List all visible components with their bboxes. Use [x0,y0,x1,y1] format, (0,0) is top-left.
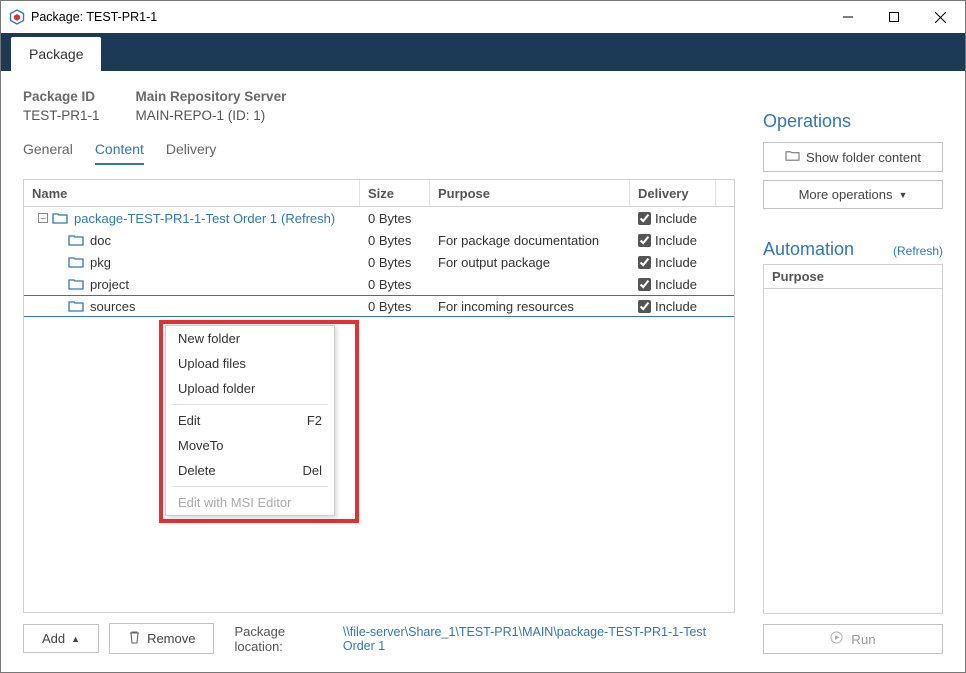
row-purpose [430,214,630,222]
include-checkbox[interactable] [638,234,651,247]
maximize-button[interactable] [871,2,917,32]
include-checkbox[interactable] [638,256,651,269]
table-row[interactable]: pkg 0 Bytes For output package Include [24,251,734,273]
menu-moveto[interactable]: MoveTo [166,433,334,458]
close-button[interactable] [917,2,963,32]
include-checkbox[interactable] [638,212,651,225]
operations-title: Operations [763,111,943,132]
tabstrip: Package [1,33,965,71]
caret-up-icon: ▲ [71,634,80,644]
caret-down-icon: ▼ [899,190,908,200]
row-name: package-TEST-PR1-1-Test Order 1 [74,211,277,226]
automation-col-purpose[interactable]: Purpose [764,265,942,289]
menu-upload-files[interactable]: Upload files [166,351,334,376]
include-checkbox[interactable] [638,278,651,291]
package-id-value: TEST-PR1-1 [23,108,100,123]
tab-package[interactable]: Package [11,37,101,71]
run-button[interactable]: Run [763,624,943,654]
automation-title: Automation [763,239,854,260]
tab-content[interactable]: Content [95,141,144,165]
menu-delete[interactable]: DeleteDel [166,458,334,483]
header-fields: Package ID TEST-PR1-1 Main Repository Se… [23,89,735,123]
repo-label: Main Repository Server [136,89,287,104]
col-delivery[interactable]: Delivery [630,180,716,206]
add-button[interactable]: Add▲ [23,624,99,653]
show-folder-button[interactable]: Show folder content [763,142,943,172]
trash-icon [128,630,141,647]
folder-icon [68,233,84,247]
table-row-root[interactable]: – package-TEST-PR1-1-Test Order 1 (Refre… [24,207,734,229]
package-location-path[interactable]: \\file-server\Share_1\TEST-PR1\MAIN\pack… [343,625,735,653]
menu-new-folder[interactable]: New folder [166,326,334,351]
subtabs: General Content Delivery [23,141,735,165]
automation-panel: Purpose [763,264,943,614]
col-end [716,180,734,206]
automation-refresh-link[interactable]: (Refresh) [893,244,943,258]
content-table: Name Size Purpose Delivery – package-TES… [23,179,735,613]
package-location-label: Package location: [234,624,332,654]
col-purpose[interactable]: Purpose [430,180,630,206]
repo-value: MAIN-REPO-1 (ID: 1) [136,108,287,123]
minimize-button[interactable] [825,2,871,32]
tab-delivery[interactable]: Delivery [166,141,217,165]
tree-collapse-icon[interactable]: – [38,213,48,223]
folder-icon [68,277,84,291]
folder-open-icon [785,149,800,165]
col-size[interactable]: Size [360,180,430,206]
folder-icon [68,255,84,269]
menu-edit-msi: Edit with MSI Editor [166,490,334,515]
folder-open-icon [52,211,68,225]
table-row-selected[interactable]: sources 0 Bytes For incoming resources I… [24,295,734,317]
context-menu: New folder Upload files Upload folder Ed… [165,325,335,516]
refresh-link[interactable]: (Refresh) [281,211,335,226]
tab-general[interactable]: General [23,141,73,165]
app-icon [9,9,25,25]
row-size: 0 Bytes [360,207,430,230]
menu-upload-folder[interactable]: Upload folder [166,376,334,401]
package-id-label: Package ID [23,89,100,104]
table-row[interactable]: project 0 Bytes Include [24,273,734,295]
col-name[interactable]: Name [24,180,360,206]
play-icon [830,631,843,647]
folder-icon [68,299,84,313]
remove-button[interactable]: Remove [109,623,214,654]
menu-edit[interactable]: EditF2 [166,408,334,433]
more-operations-button[interactable]: More operations▼ [763,180,943,209]
titlebar: Package: TEST-PR1-1 [1,1,965,33]
include-checkbox[interactable] [638,300,651,313]
window-title: Package: TEST-PR1-1 [31,10,157,24]
table-row[interactable]: doc 0 Bytes For package documentation In… [24,229,734,251]
